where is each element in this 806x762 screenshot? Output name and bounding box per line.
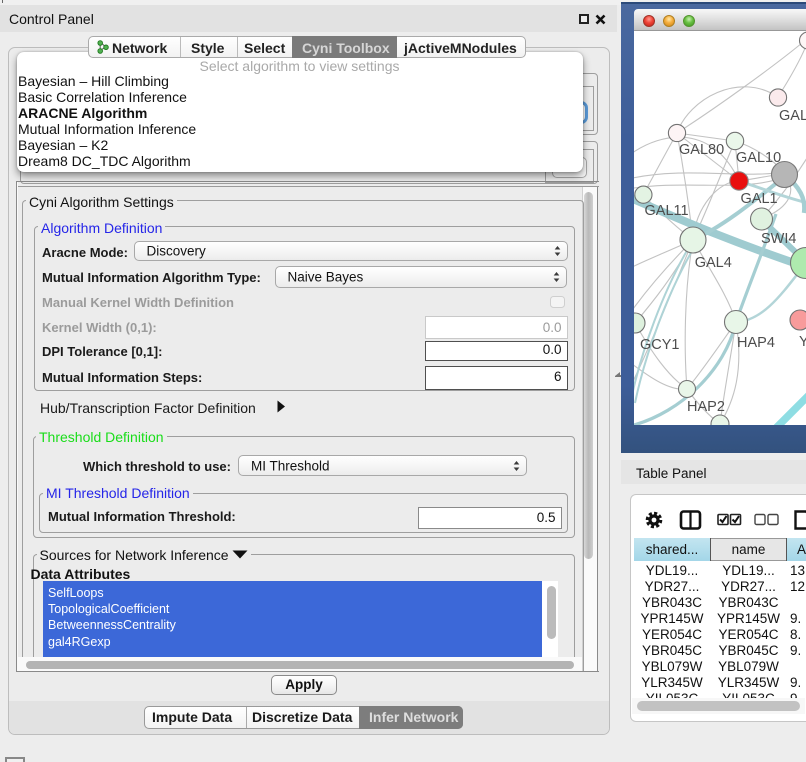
svg-text:GAL1: GAL1 [741,191,778,207]
svg-text:GAL7: GAL7 [779,108,806,124]
svg-text:Y: Y [799,334,806,350]
svg-text:GAL80: GAL80 [679,142,724,158]
svg-text:GAL11: GAL11 [645,203,689,219]
svg-text:GAL4: GAL4 [695,255,732,271]
svg-text:GAL10: GAL10 [736,150,781,166]
svg-text:SWI4: SWI4 [761,231,796,247]
svg-text:HAP4: HAP4 [737,335,775,351]
svg-text:HAP2: HAP2 [687,399,725,415]
svg-text:GCY1: GCY1 [640,337,680,353]
